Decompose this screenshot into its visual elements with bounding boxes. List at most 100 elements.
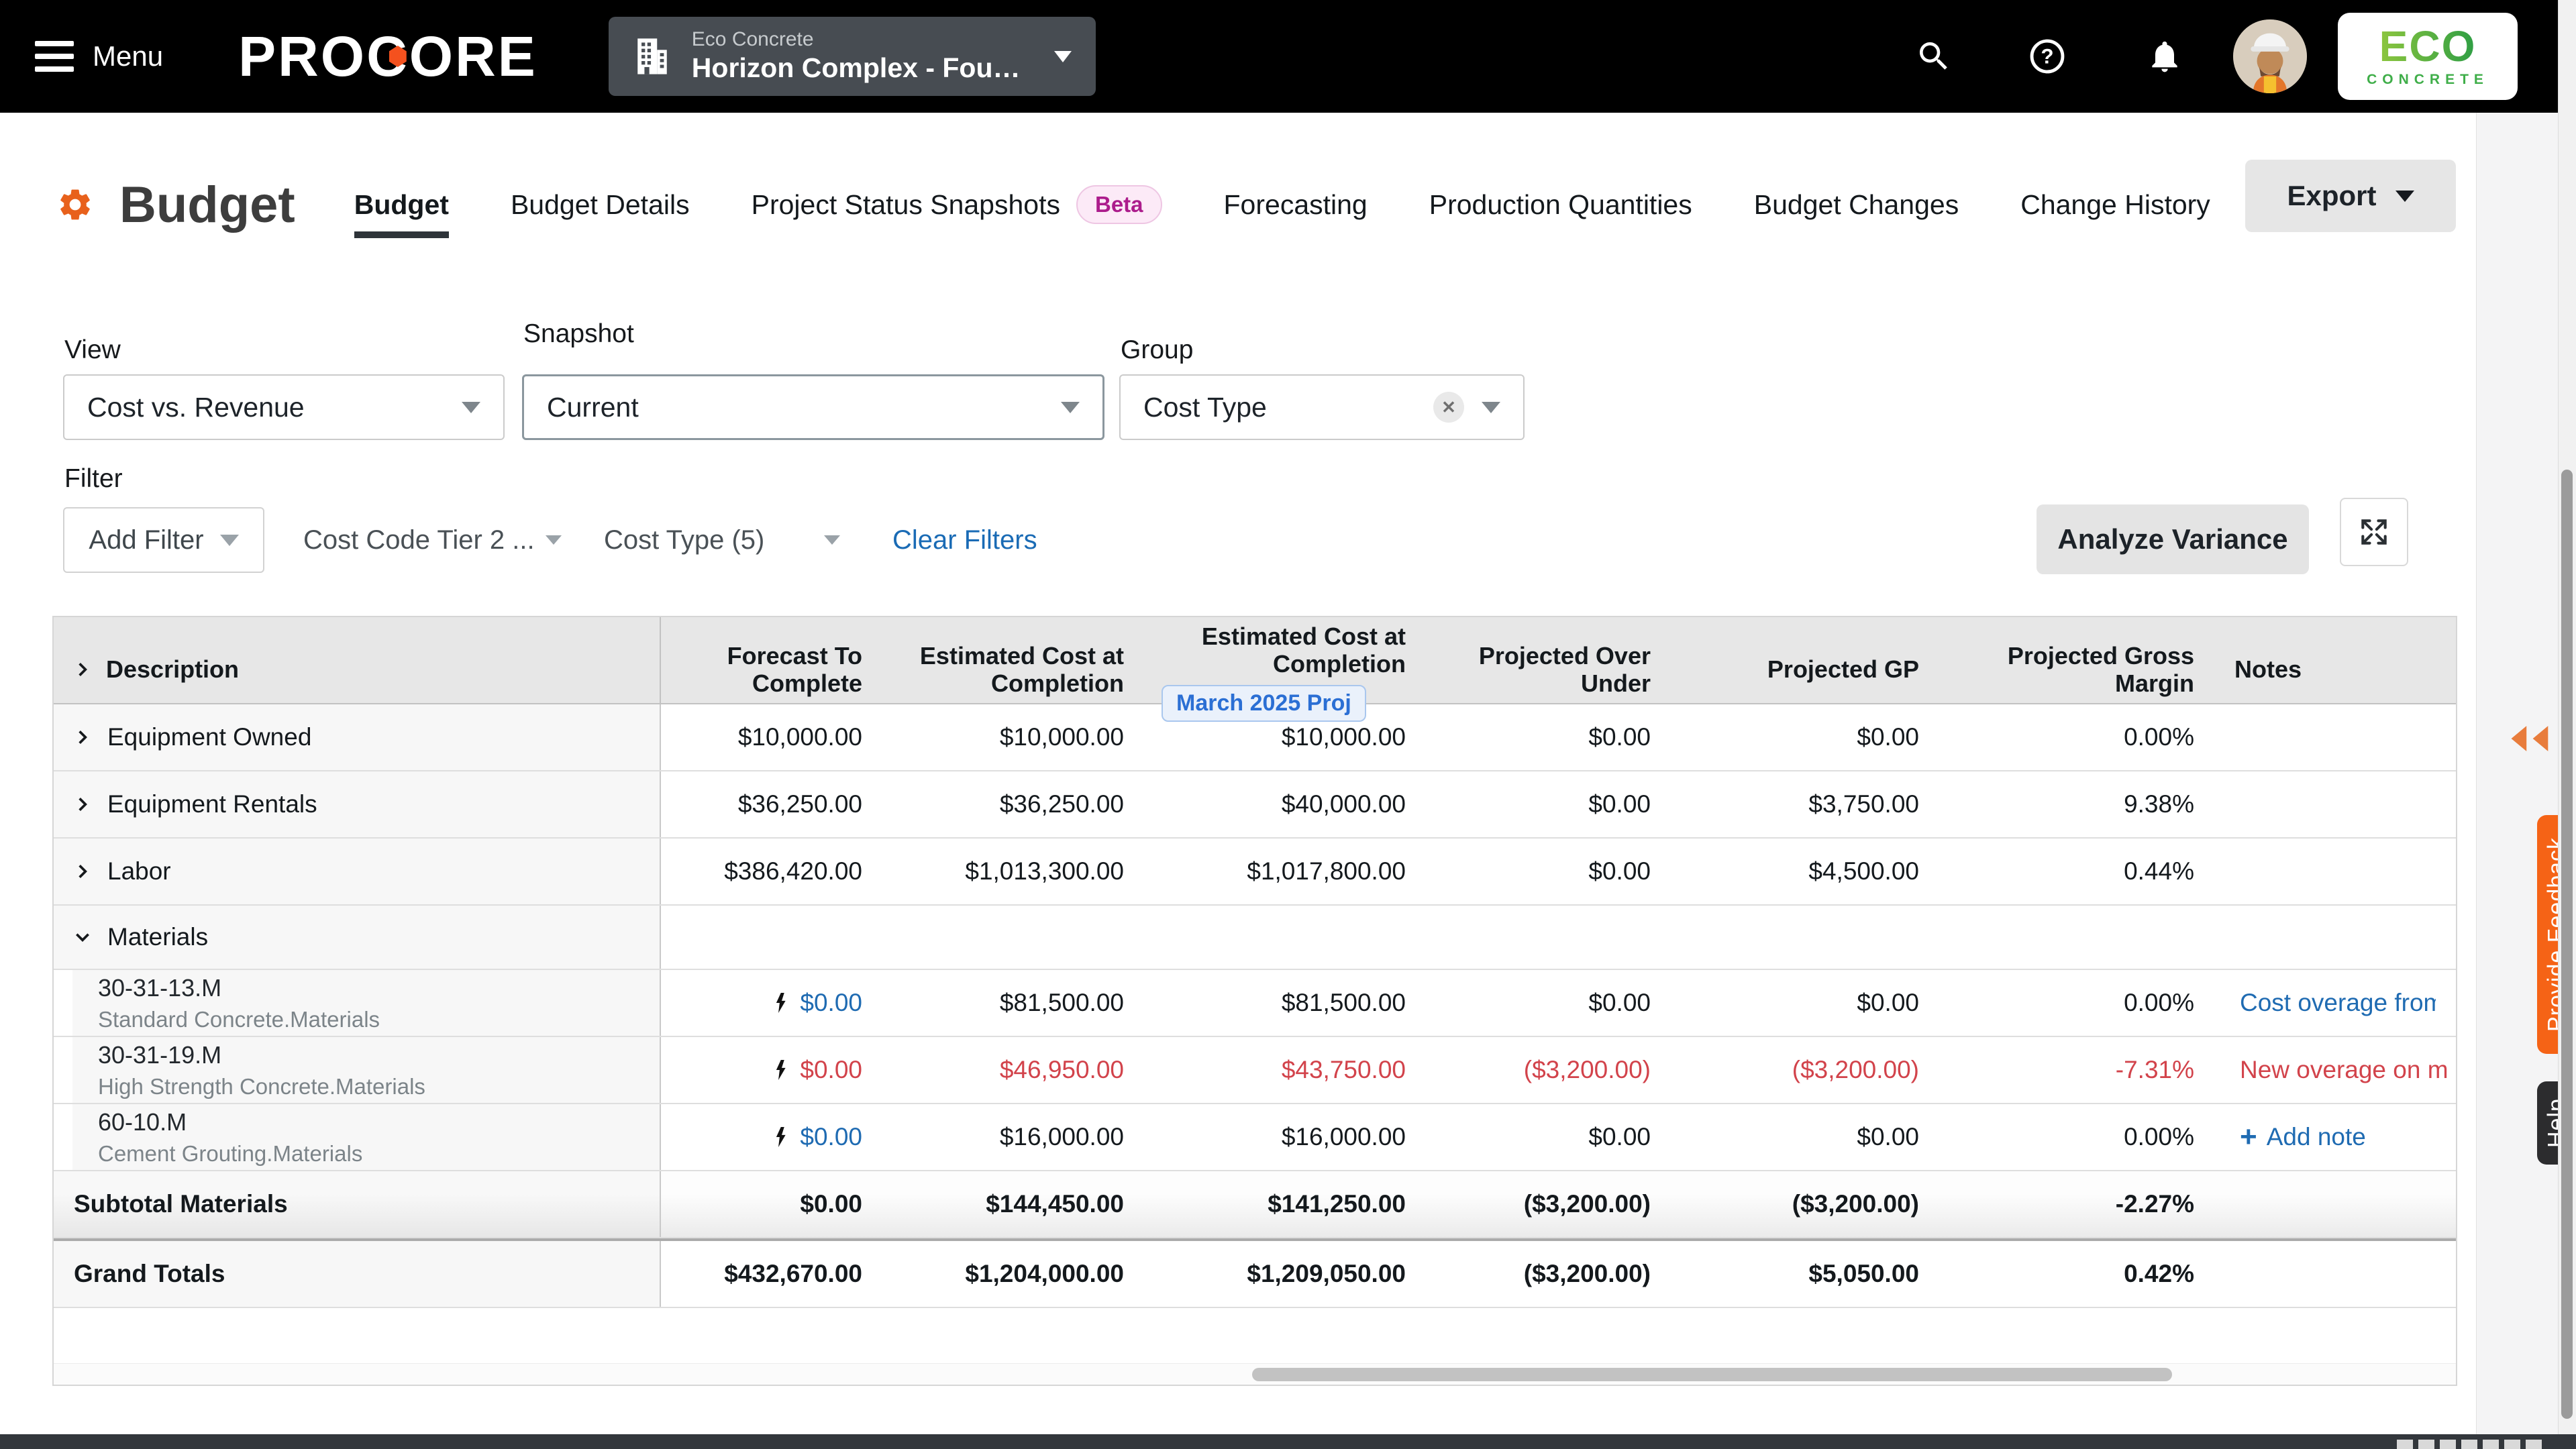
- right-side-rail: [2476, 113, 2558, 1434]
- chevron-down-icon: [1482, 402, 1500, 413]
- cell-projected-gp: ($3,200.00): [1671, 1037, 1939, 1103]
- tab-forecasting[interactable]: Forecasting: [1224, 189, 1368, 221]
- cell-forecast-to-complete: $432,670.00: [661, 1241, 882, 1307]
- cell-projected-over-under: ($3,200.00): [1426, 1171, 1671, 1237]
- analyze-variance-button[interactable]: Analyze Variance: [2037, 504, 2309, 574]
- cell-projected-gp: ($3,200.00): [1671, 1171, 1939, 1237]
- chevron-down-icon: [2395, 191, 2414, 202]
- cell-forecast-to-complete: $0.00: [661, 1104, 882, 1170]
- snapshot-select[interactable]: Current: [522, 374, 1104, 440]
- cell-projected-gross-margin: [1939, 906, 2214, 969]
- tab-change-history[interactable]: Change History: [2020, 189, 2210, 221]
- table-row-grand-totals: Grand Totals $432,670.00 $1,204,000.00 $…: [54, 1238, 2456, 1308]
- search-icon[interactable]: [1915, 38, 1953, 75]
- tab-production-quantities[interactable]: Production Quantities: [1429, 189, 1692, 221]
- cell-notes: + Add note: [2214, 1104, 2456, 1170]
- chevron-down-icon: [74, 928, 91, 946]
- table-row-equipment-owned: Equipment Owned $10,000.00 $10,000.00 $1…: [54, 704, 2456, 771]
- procore-logo[interactable]: PROCORE: [238, 24, 537, 89]
- tool-settings-gear-icon[interactable]: [56, 186, 94, 223]
- tab-budget-details[interactable]: Budget Details: [511, 189, 690, 221]
- cost-code-name: Cement Grouting.Materials: [98, 1141, 362, 1167]
- note-link[interactable]: Cost overage from: [2240, 989, 2436, 1017]
- chevron-right-icon: [74, 863, 91, 880]
- cell-estimated-cost-snapshot: $81,500.00: [1144, 970, 1426, 1036]
- expand-arrows-icon: [2357, 515, 2391, 549]
- chevron-down-icon: [220, 535, 239, 546]
- table-row-materials: Materials: [54, 906, 2456, 970]
- collapse-panel-icon[interactable]: [2506, 723, 2552, 757]
- vertical-scrollbar[interactable]: [2558, 0, 2576, 1449]
- cell-projected-over-under: ($3,200.00): [1426, 1241, 1671, 1307]
- cell-notes: [2214, 1171, 2456, 1237]
- group-label: Group: [1121, 335, 1193, 365]
- cell-notes: [2214, 771, 2456, 837]
- cell-projected-gp: $0.00: [1671, 1104, 1939, 1170]
- cell-projected-gp: $0.00: [1671, 704, 1939, 770]
- add-note-link[interactable]: Add note: [2267, 1123, 2366, 1151]
- menu-button[interactable]: Menu: [35, 40, 163, 72]
- cell-forecast-to-complete: $0.00: [661, 1037, 882, 1103]
- help-icon[interactable]: ?: [2028, 37, 2067, 76]
- table-row-labor: Labor $386,420.00 $1,013,300.00 $1,017,8…: [54, 839, 2456, 906]
- cost-code: 30-31-13.M: [98, 974, 221, 1002]
- add-filter-button[interactable]: Add Filter: [63, 507, 264, 573]
- table-row-30-31-19-M: 30-31-19.M High Strength Concrete.Materi…: [54, 1037, 2456, 1104]
- view-select[interactable]: Cost vs. Revenue: [63, 374, 505, 440]
- beta-badge: Beta: [1076, 185, 1162, 224]
- chevron-right-icon: [74, 796, 91, 813]
- cell-estimated-cost: $10,000.00: [882, 704, 1144, 770]
- vertical-scrollbar-thumb[interactable]: [2561, 470, 2573, 1419]
- filter-cost-code-tier-2[interactable]: Cost Code Tier 2 ...: [303, 507, 562, 573]
- cell-notes: New overage on m: [2214, 1037, 2456, 1103]
- cell-estimated-cost: $144,450.00: [882, 1171, 1144, 1237]
- filter-cost-type[interactable]: Cost Type (5): [604, 507, 840, 573]
- cost-code-name: High Strength Concrete.Materials: [98, 1074, 425, 1099]
- cost-code-name: Standard Concrete.Materials: [98, 1007, 380, 1032]
- row-expand-toggle[interactable]: Equipment Owned: [54, 704, 661, 770]
- forecast-value-link[interactable]: $0.00: [800, 1056, 862, 1084]
- notification-bell-icon[interactable]: [2146, 38, 2183, 75]
- chevron-down-icon: [824, 535, 840, 545]
- cell-notes: [2214, 906, 2456, 969]
- forecast-value-link[interactable]: $0.00: [800, 989, 862, 1017]
- horizontal-scrollbar-thumb[interactable]: [1252, 1368, 2172, 1381]
- cell-forecast-to-complete: [661, 906, 882, 969]
- footer-bar: [0, 1434, 2576, 1449]
- cell-estimated-cost-snapshot: $40,000.00: [1144, 771, 1426, 837]
- note-text[interactable]: New overage on m: [2240, 1056, 2449, 1084]
- tab-project-status-snapshots[interactable]: Project Status Snapshots Beta: [752, 185, 1162, 224]
- row-expand-toggle[interactable]: Labor: [54, 839, 661, 904]
- horizontal-scrollbar[interactable]: [54, 1363, 2456, 1385]
- row-collapse-toggle[interactable]: Materials: [54, 906, 661, 969]
- cell-projected-gross-margin: 0.44%: [1939, 839, 2214, 904]
- cost-code: 60-10.M: [98, 1108, 187, 1136]
- cell-forecast-to-complete: $0.00: [661, 1171, 882, 1237]
- clear-filters-link[interactable]: Clear Filters: [892, 507, 1037, 573]
- lightning-bolt-icon: [772, 1126, 792, 1148]
- tab-budget[interactable]: Budget: [354, 189, 449, 221]
- user-avatar[interactable]: [2233, 19, 2307, 93]
- fullscreen-expand-button[interactable]: [2340, 498, 2408, 566]
- menu-label: Menu: [93, 40, 163, 72]
- cell-estimated-cost: $36,250.00: [882, 771, 1144, 837]
- company-logo-line1: ECO: [2379, 25, 2477, 68]
- cell-notes: Cost overage from: [2214, 970, 2456, 1036]
- cell-projected-over-under: $0.00: [1426, 970, 1671, 1036]
- row-expand-toggle[interactable]: Equipment Rentals: [54, 771, 661, 837]
- group-select[interactable]: Cost Type ✕: [1119, 374, 1525, 440]
- tab-budget-changes[interactable]: Budget Changes: [1754, 189, 1959, 221]
- project-selector[interactable]: Eco Concrete Horizon Complex - Foun...: [609, 17, 1096, 96]
- cell-projected-gp: $4,500.00: [1671, 839, 1939, 904]
- page-title: Budget: [119, 176, 295, 234]
- export-button[interactable]: Export: [2245, 160, 2456, 232]
- page-header: Budget Budget Budget Details Project Sta…: [56, 161, 2234, 248]
- table-row-subtotal-materials: Subtotal Materials $0.00 $144,450.00 $14…: [54, 1171, 2456, 1238]
- chevron-right-icon[interactable]: [74, 661, 91, 678]
- budget-table: Description Forecast To Complete Estimat…: [52, 616, 2457, 1386]
- chevron-down-icon: [1054, 51, 1072, 62]
- remove-group-icon[interactable]: ✕: [1433, 392, 1464, 423]
- cost-code: 30-31-19.M: [98, 1041, 221, 1069]
- chevron-down-icon: [462, 402, 480, 413]
- forecast-value-link[interactable]: $0.00: [800, 1123, 862, 1151]
